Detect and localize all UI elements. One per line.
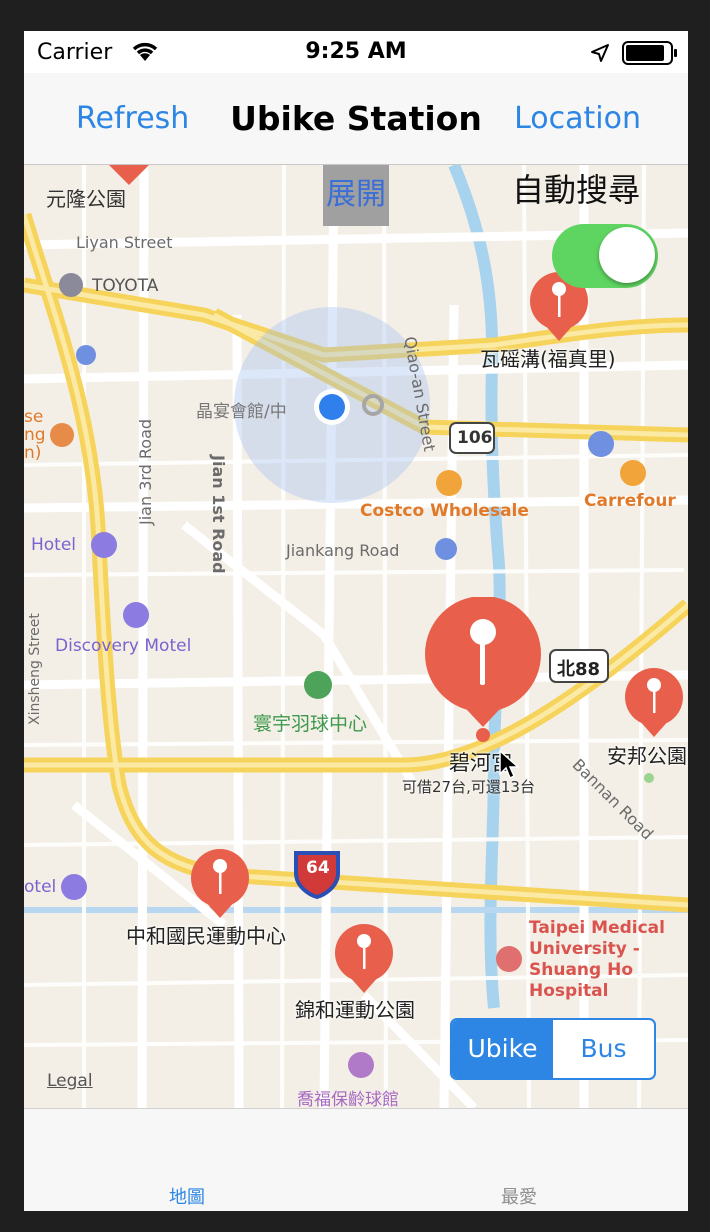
station-pin[interactable]	[190, 848, 250, 920]
status-bar: Carrier 9:25 AM	[24, 31, 688, 73]
map-label: Discovery Motel	[55, 636, 192, 656]
station-pin[interactable]	[109, 165, 149, 187]
station-label: 瓦磘溝(福真里)	[480, 347, 616, 371]
map-label: TOYOTA	[92, 276, 159, 296]
map-label: otel	[24, 877, 57, 897]
station-pin[interactable]	[334, 923, 394, 995]
map-label: Xinsheng Street	[27, 613, 43, 725]
segment-bus[interactable]: Bus	[553, 1020, 654, 1078]
station-label: 錦和運動公園	[295, 998, 415, 1022]
auto-search-toggle[interactable]	[552, 224, 658, 288]
legal-link[interactable]: Legal	[47, 1071, 93, 1091]
map-label: Carrefour	[584, 491, 676, 511]
map-view[interactable]: 元隆公園 Liyan Street TOYOTA Qiao-an Street …	[24, 165, 688, 1108]
map-label: 64	[306, 858, 330, 878]
map-label: Liyan Street	[76, 233, 173, 252]
battery-icon	[622, 41, 677, 65]
tab-map[interactable]: 地圖	[169, 1183, 205, 1209]
transport-segmented-control: Ubike Bus	[450, 1018, 656, 1080]
map-label: 喬福保齡球館	[297, 1090, 399, 1108]
map-label: 北88	[557, 659, 601, 680]
station-label: 安邦公園	[607, 744, 687, 768]
navigation-bar: Refresh Ubike Station Location	[24, 73, 688, 165]
map-label: Jiankang Road	[286, 541, 400, 560]
map-label: 晶宴會館/中	[196, 402, 287, 422]
mouse-cursor-icon	[499, 750, 519, 780]
map-label: Hotel	[31, 535, 77, 555]
segment-ubike[interactable]: Ubike	[452, 1020, 553, 1078]
map-label: Taipei Medical University - Shuang Ho Ho…	[529, 918, 665, 1001]
map-label: Jian 1st Road	[209, 455, 228, 574]
map-label: 元隆公園	[46, 187, 126, 211]
map-label: Costco Wholesale	[360, 501, 529, 521]
phone-screen: Carrier 9:25 AM Refresh Ubike Station Lo…	[24, 31, 688, 1211]
location-arrow-icon	[591, 44, 609, 62]
map-label: se ng n)	[24, 407, 46, 463]
station-label: 中和國民運動中心	[126, 924, 286, 948]
map-label: 106	[457, 428, 493, 448]
station-pin[interactable]	[424, 597, 542, 729]
station-pin[interactable]	[624, 667, 684, 739]
map-label: 寰宇羽球中心	[253, 713, 368, 735]
location-button[interactable]: Location	[514, 101, 641, 136]
status-time: 9:25 AM	[305, 39, 407, 64]
auto-search-label: 自動搜尋	[512, 171, 641, 209]
map-label: Jian 3rd Road	[136, 418, 155, 525]
tab-favorites[interactable]: 最愛	[501, 1183, 537, 1209]
expand-button[interactable]: 展開	[323, 165, 389, 226]
tab-bar: 地圖 最愛	[24, 1108, 688, 1211]
toggle-knob	[599, 227, 655, 283]
